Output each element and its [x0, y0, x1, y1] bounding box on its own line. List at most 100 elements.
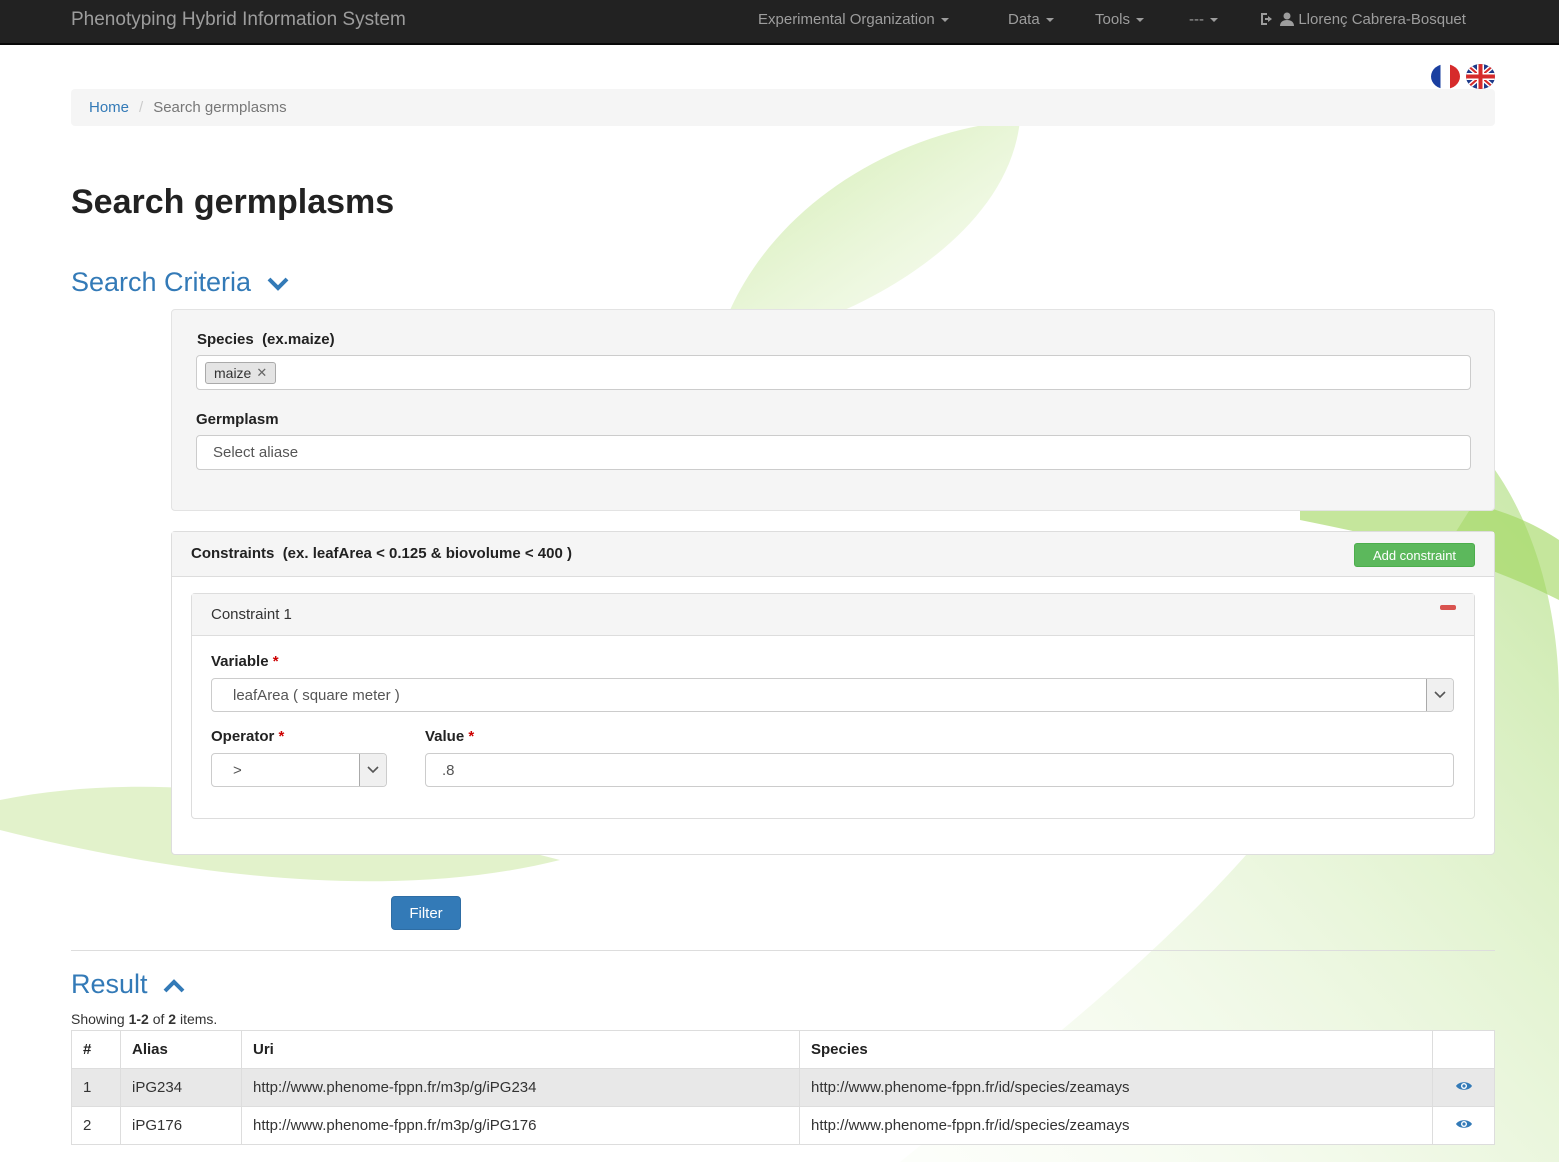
summary-of: of: [152, 1011, 165, 1027]
column-header-actions: [1432, 1030, 1495, 1069]
column-header-number[interactable]: #: [71, 1030, 121, 1069]
value-input[interactable]: .8: [425, 753, 1454, 787]
menu-label: ---: [1189, 11, 1204, 28]
menu-data[interactable]: Data: [1008, 11, 1054, 28]
menu-more[interactable]: ---: [1189, 11, 1218, 28]
result-summary: Showing 1-2 of 2 items.: [71, 1011, 217, 1027]
eye-icon[interactable]: [1455, 1118, 1473, 1130]
column-header-uri[interactable]: Uri: [241, 1030, 800, 1069]
summary-suffix: items.: [179, 1011, 218, 1027]
divider: [71, 950, 1495, 951]
row-number: 2: [71, 1106, 121, 1145]
variable-value: leafArea ( square meter ): [233, 686, 400, 704]
caret-down-icon: [1045, 18, 1054, 23]
required-marker: *: [278, 728, 285, 745]
menu-label: Data: [1008, 11, 1040, 28]
caret-down-icon: [1210, 18, 1218, 23]
constraints-hint: (ex. leafArea < 0.125 & biovolume < 400 …: [282, 545, 572, 562]
variable-label-text: Variable: [211, 653, 269, 670]
summary-prefix: Showing: [71, 1011, 125, 1027]
species-select[interactable]: maize ✕: [196, 355, 1471, 390]
breadcrumb-separator: /: [139, 99, 144, 116]
english-flag-icon[interactable]: [1466, 64, 1495, 89]
constraints-header: Constraints (ex. leafArea < 0.125 & biov…: [172, 532, 1494, 577]
operator-select[interactable]: >: [211, 753, 387, 787]
germplasm-select[interactable]: Select aliase: [196, 435, 1471, 470]
row-alias: iPG176: [120, 1106, 242, 1145]
result-toggle[interactable]: Result: [71, 969, 185, 1000]
search-criteria-title: Search Criteria: [71, 267, 252, 297]
column-header-species[interactable]: Species: [799, 1030, 1433, 1069]
constraints-title: Constraints (ex. leafArea < 0.125 & biov…: [191, 545, 572, 562]
table-row: 2 iPG176 http://www.phenome-fppn.fr/m3p/…: [71, 1106, 1495, 1145]
summary-total: 2: [168, 1011, 177, 1027]
row-species: http://www.phenome-fppn.fr/id/species/ze…: [799, 1106, 1433, 1145]
menu-experimental-organization[interactable]: Experimental Organization: [758, 11, 949, 28]
germplasm-placeholder: Select aliase: [213, 444, 299, 461]
chevron-up-icon: [163, 979, 185, 993]
operator-label: Operator *: [211, 728, 284, 745]
remove-tag-icon[interactable]: ✕: [256, 365, 267, 381]
species-label-text: Species: [197, 331, 254, 348]
caret-down-icon: [940, 18, 949, 23]
row-uri: http://www.phenome-fppn.fr/m3p/g/iPG234: [241, 1068, 800, 1107]
chevron-down-icon: [367, 766, 379, 774]
dropdown-arrow[interactable]: [359, 754, 386, 786]
caret-down-icon: [1136, 18, 1145, 23]
variable-label: Variable *: [211, 653, 279, 670]
brand-title[interactable]: Phenotyping Hybrid Information System: [71, 9, 406, 31]
row-number: 1: [71, 1068, 121, 1107]
row-alias: iPG234: [120, 1068, 242, 1107]
germplasm-label: Germplasm: [196, 411, 279, 428]
language-switcher: [1431, 64, 1495, 89]
search-criteria-toggle[interactable]: Search Criteria: [71, 267, 289, 298]
row-actions: [1432, 1106, 1495, 1145]
top-navbar: Phenotyping Hybrid Information System Ex…: [0, 0, 1559, 45]
species-tag[interactable]: maize ✕: [205, 361, 277, 384]
menu-label: Tools: [1095, 11, 1131, 28]
row-uri: http://www.phenome-fppn.fr/m3p/g/iPG176: [241, 1106, 800, 1145]
species-hint: (ex.maize): [262, 331, 335, 348]
row-species: http://www.phenome-fppn.fr/id/species/ze…: [799, 1068, 1433, 1107]
value-label-text: Value: [425, 728, 465, 745]
table-row: 1 iPG234 http://www.phenome-fppn.fr/m3p/…: [71, 1068, 1495, 1107]
chevron-down-icon: [1434, 691, 1446, 699]
page-title: Search germplasms: [71, 183, 395, 221]
species-tag-label: maize: [214, 364, 252, 381]
result-title: Result: [71, 969, 148, 999]
user-name: Llorenç Cabrera-Bosquet: [1298, 11, 1466, 28]
user-logout-link[interactable]: Llorenç Cabrera-Bosquet: [1259, 11, 1466, 28]
value-label: Value *: [425, 728, 474, 745]
variable-select[interactable]: leafArea ( square meter ): [211, 678, 1454, 712]
filter-button[interactable]: Filter: [391, 896, 461, 930]
value-text: .8: [442, 761, 455, 779]
row-actions: [1432, 1068, 1495, 1107]
breadcrumb: Home / Search germplasms: [71, 89, 1495, 126]
table-header-row: # Alias Uri Species: [71, 1030, 1495, 1069]
user-icon: [1280, 12, 1295, 26]
logout-icon: [1261, 13, 1272, 25]
remove-constraint-icon[interactable]: [1440, 605, 1456, 610]
breadcrumb-home-link[interactable]: Home: [89, 99, 129, 116]
chevron-down-icon: [267, 277, 288, 291]
menu-label: Experimental Organization: [758, 11, 935, 28]
constraint-card-header: Constraint 1: [192, 594, 1474, 636]
dropdown-arrow[interactable]: [1426, 679, 1453, 711]
operator-value: >: [233, 761, 242, 779]
french-flag-icon[interactable]: [1431, 64, 1460, 89]
constraint-title: Constraint 1: [211, 606, 292, 623]
constraints-panel: Constraints (ex. leafArea < 0.125 & biov…: [171, 531, 1495, 855]
species-label: Species (ex.maize): [197, 331, 335, 348]
uk-flag-graphic: [1466, 64, 1495, 89]
constraints-title-text: Constraints: [191, 545, 275, 562]
breadcrumb-current: Search germplasms: [153, 99, 287, 116]
menu-tools[interactable]: Tools: [1095, 11, 1145, 28]
required-marker: *: [272, 653, 279, 670]
result-table: # Alias Uri Species 1 iPG234 http://www.…: [71, 1030, 1495, 1145]
required-marker: *: [468, 728, 475, 745]
column-header-alias[interactable]: Alias: [120, 1030, 242, 1069]
summary-range: 1-2: [128, 1011, 149, 1027]
operator-label-text: Operator: [211, 728, 275, 745]
eye-icon[interactable]: [1455, 1080, 1473, 1092]
add-constraint-button[interactable]: Add constraint: [1354, 543, 1475, 567]
